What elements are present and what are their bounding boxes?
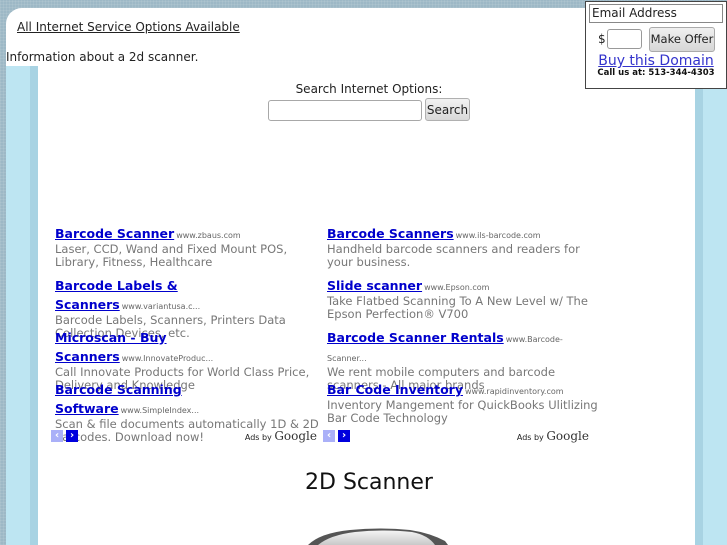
ad-title-link[interactable]: Bar Code Inventory [327,382,463,397]
ad-description: Inventory Mangement for QuickBooks Ulitl… [327,398,598,425]
chevron-right-icon[interactable]: › [66,430,78,442]
ads-by-label: Ads by [516,433,544,442]
ad-item: Barcode Scanner Rentals www.Barcode-Scann… [327,327,599,392]
ad-description: Laser, CCD, Wand and Fixed Mount POS, Li… [55,242,288,269]
ads-footer-left: ‹ › Ads by Google [51,429,317,443]
ad-url[interactable]: www.variantusa.c... [122,302,200,311]
email-field[interactable]: Email Address [589,4,723,23]
ad-item: Barcode Labels & Scanners www.variantusa.… [55,275,327,340]
info-text: Information about a 2d scanner. [6,50,199,64]
ad-url[interactable]: www.Epson.com [424,283,489,292]
google-logo: Google [274,429,317,443]
ads-column-left: Barcode Scanner www.zbaus.com Laser, CCD,… [55,223,327,444]
buy-domain-link[interactable]: Buy this Domain [586,53,726,69]
ad-item: Bar Code Inventory www.rapidinventory.com… [327,379,599,431]
ad-item: Slide scanner www.Epson.com Take Flatbed … [327,275,599,327]
ad-title-link[interactable]: Barcode Scanner [55,226,174,241]
ads-column-right: Barcode Scanners www.ils-barcode.com Hand… [327,223,599,431]
ad-url[interactable]: www.zbaus.com [176,231,240,240]
scanner-image [308,528,448,545]
ads-by-google[interactable]: Ads by Google [517,429,589,443]
ads-by-google[interactable]: Ads by Google [245,429,317,443]
domain-offer-box: Email Address $ Make Offer Buy this Doma… [585,1,727,89]
currency-symbol: $ [598,32,606,46]
ad-description: Handheld barcode scanners and readers fo… [327,242,580,269]
ad-title-link[interactable]: Slide scanner [327,278,422,293]
ad-url[interactable]: www.SimpleIndex... [121,406,199,415]
ads-footer-right: ‹ › Ads by Google [323,429,589,443]
ad-url[interactable]: www.InnovateProduc... [122,354,213,363]
ad-description: Take Flatbed Scanning To A New Level w/ … [327,294,588,321]
ad-title-link[interactable]: Barcode Scanners [327,226,454,241]
page-heading: 2D Scanner [305,470,433,495]
ad-item: Microscan - Buy Scanners www.InnovateProd… [55,327,327,392]
make-offer-button[interactable]: Make Offer [649,27,715,52]
ad-item: Barcode Scanner www.zbaus.com Laser, CCD,… [55,223,327,275]
google-logo: Google [546,429,589,443]
search-button[interactable]: Search [425,98,470,121]
ad-url[interactable]: www.ils-barcode.com [456,231,541,240]
all-internet-options-link[interactable]: All Internet Service Options Available [17,20,240,34]
offer-amount-input[interactable] [607,29,642,49]
ad-url[interactable]: www.rapidinventory.com [465,387,564,396]
chevron-left-icon[interactable]: ‹ [51,430,63,442]
chevron-right-icon[interactable]: › [338,430,350,442]
search-input[interactable] [268,100,422,121]
ads-by-label: Ads by [244,433,272,442]
call-us-text: Call us at: 513-344-4303 [597,68,715,78]
chevron-left-icon[interactable]: ‹ [323,430,335,442]
ad-item: Barcode Scanners www.ils-barcode.com Hand… [327,223,599,275]
ad-title-link[interactable]: Barcode Scanner Rentals [327,330,504,345]
